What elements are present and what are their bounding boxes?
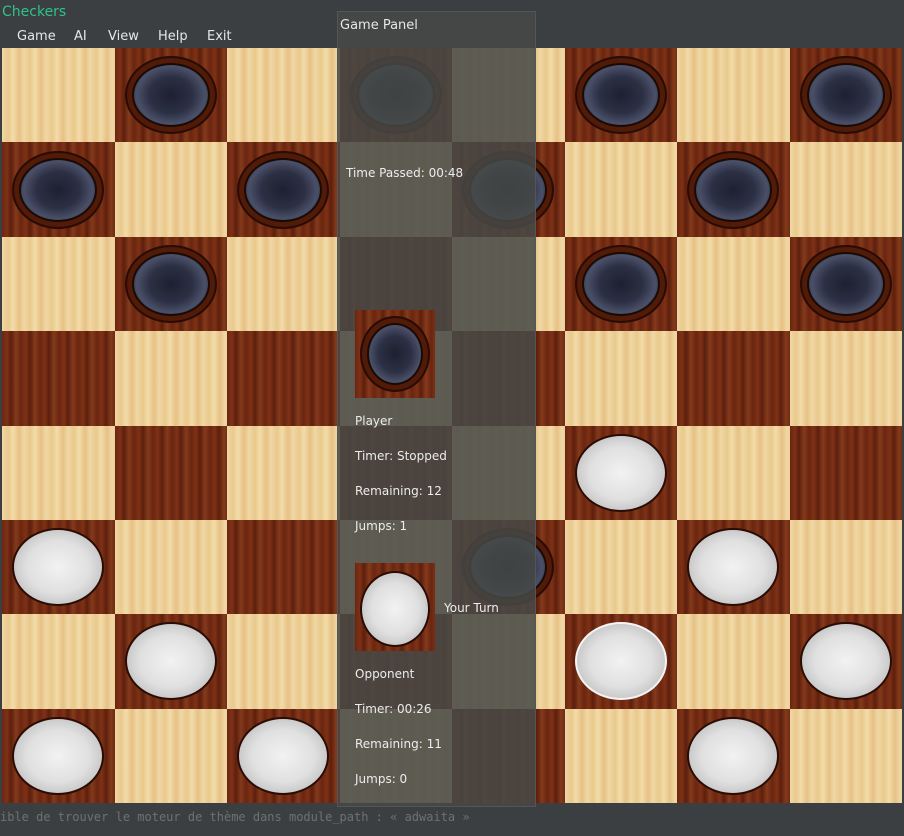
black-checker-piece[interactable] [574,56,667,135]
board-square[interactable] [564,331,677,426]
player-piece-thumbnail [355,310,435,398]
board-square[interactable] [677,614,790,709]
board-square[interactable] [677,48,790,143]
black-checker-piece[interactable] [799,56,892,135]
black-checker-piece[interactable] [124,244,217,323]
board-square[interactable] [677,236,790,332]
board-square[interactable] [114,708,227,803]
board-square[interactable] [789,425,902,520]
board-square[interactable] [2,614,115,709]
player-piece-icon [360,316,430,392]
menu-exit[interactable]: Exit [207,29,232,44]
board-square[interactable] [227,519,340,615]
opponent-remaining: Remaining: 11 [355,737,442,751]
white-checker-piece[interactable] [574,433,667,512]
board-square[interactable] [789,331,902,426]
white-checker-piece[interactable] [237,716,330,795]
opponent-piece-icon [360,571,430,647]
board-square[interactable] [2,331,115,426]
board-square[interactable] [564,519,677,615]
player-jumps: Jumps: 1 [355,519,408,533]
opponent-timer: Timer: 00:26 [355,702,432,716]
white-checker-piece[interactable] [687,716,780,795]
player-remaining: Remaining: 12 [355,484,442,498]
menu-game[interactable]: Game [17,29,56,44]
board-square[interactable] [677,331,790,426]
opponent-jumps: Jumps: 0 [355,772,408,786]
board-square[interactable] [789,142,902,237]
white-checker-piece[interactable] [687,528,780,607]
player-timer: Timer: Stopped [355,449,447,463]
black-checker-piece[interactable] [12,150,105,229]
menu-ai[interactable]: AI [74,29,87,44]
board-square[interactable] [114,519,227,615]
board-square[interactable] [227,48,340,143]
board-square[interactable] [2,425,115,520]
app-title: Checkers [2,4,67,20]
white-checker-piece[interactable] [799,622,892,701]
game-panel: Game Panel Time Passed: 00:48 Player Tim… [337,11,536,807]
player-label: Player [355,414,393,428]
board-square[interactable] [227,331,340,426]
turn-indicator: Your Turn [444,601,499,615]
panel-title: Game Panel [340,18,418,33]
board-square[interactable] [114,331,227,426]
time-passed: Time Passed: 00:48 [346,166,464,180]
board-square[interactable] [789,708,902,803]
board-square[interactable] [564,708,677,803]
board-square[interactable] [114,142,227,237]
menu-view[interactable]: View [108,29,139,44]
opponent-piece-thumbnail [355,563,435,651]
black-checker-piece[interactable] [237,150,330,229]
black-checker-piece[interactable] [124,56,217,135]
board-square[interactable] [564,142,677,237]
board-square[interactable] [227,425,340,520]
white-checker-piece[interactable] [124,622,217,701]
board-square[interactable] [227,614,340,709]
status-text: ible de trouver le moteur de thème dans … [0,810,470,824]
board-square[interactable] [2,48,115,143]
black-checker-piece[interactable] [574,244,667,323]
board-square[interactable] [227,236,340,332]
black-checker-piece[interactable] [799,244,892,323]
menu-help[interactable]: Help [158,29,188,44]
board-square[interactable] [789,519,902,615]
board-square[interactable] [114,425,227,520]
opponent-label: Opponent [355,667,415,681]
white-checker-piece[interactable] [12,528,105,607]
white-checker-piece[interactable] [12,716,105,795]
black-checker-piece[interactable] [687,150,780,229]
board-square[interactable] [2,236,115,332]
board-square[interactable] [677,425,790,520]
white-checker-piece[interactable] [574,622,667,701]
